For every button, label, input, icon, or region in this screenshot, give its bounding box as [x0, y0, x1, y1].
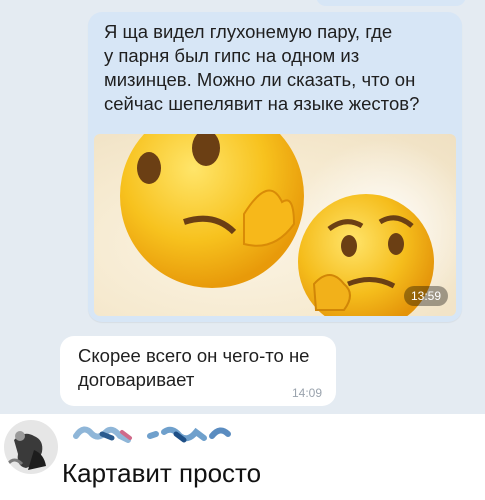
comment-text: Картавит просто [62, 458, 262, 488]
outgoing-message-text: Я ща видел глухонемую пару, где у парня … [104, 21, 420, 114]
message-time-badge: 13:59 [403, 286, 448, 306]
message-photo[interactable]: 13:59 [94, 134, 456, 316]
incoming-message-bubble[interactable]: Скорее всего он чего-то не договаривает … [60, 336, 336, 406]
comment-section: Картавит просто [0, 414, 485, 500]
user-avatar-icon[interactable] [4, 420, 58, 474]
thinking-face-emoji-icon [120, 134, 456, 316]
previous-message-bubble-edge [316, 0, 466, 6]
username-blurred-icon [73, 426, 231, 443]
incoming-message-text: Скорее всего он чего-то не договаривает [78, 345, 310, 390]
incoming-message-time: 14:09 [291, 386, 322, 400]
outgoing-message-bubble[interactable]: Я ща видел глухонемую пару, где у парня … [88, 12, 462, 322]
